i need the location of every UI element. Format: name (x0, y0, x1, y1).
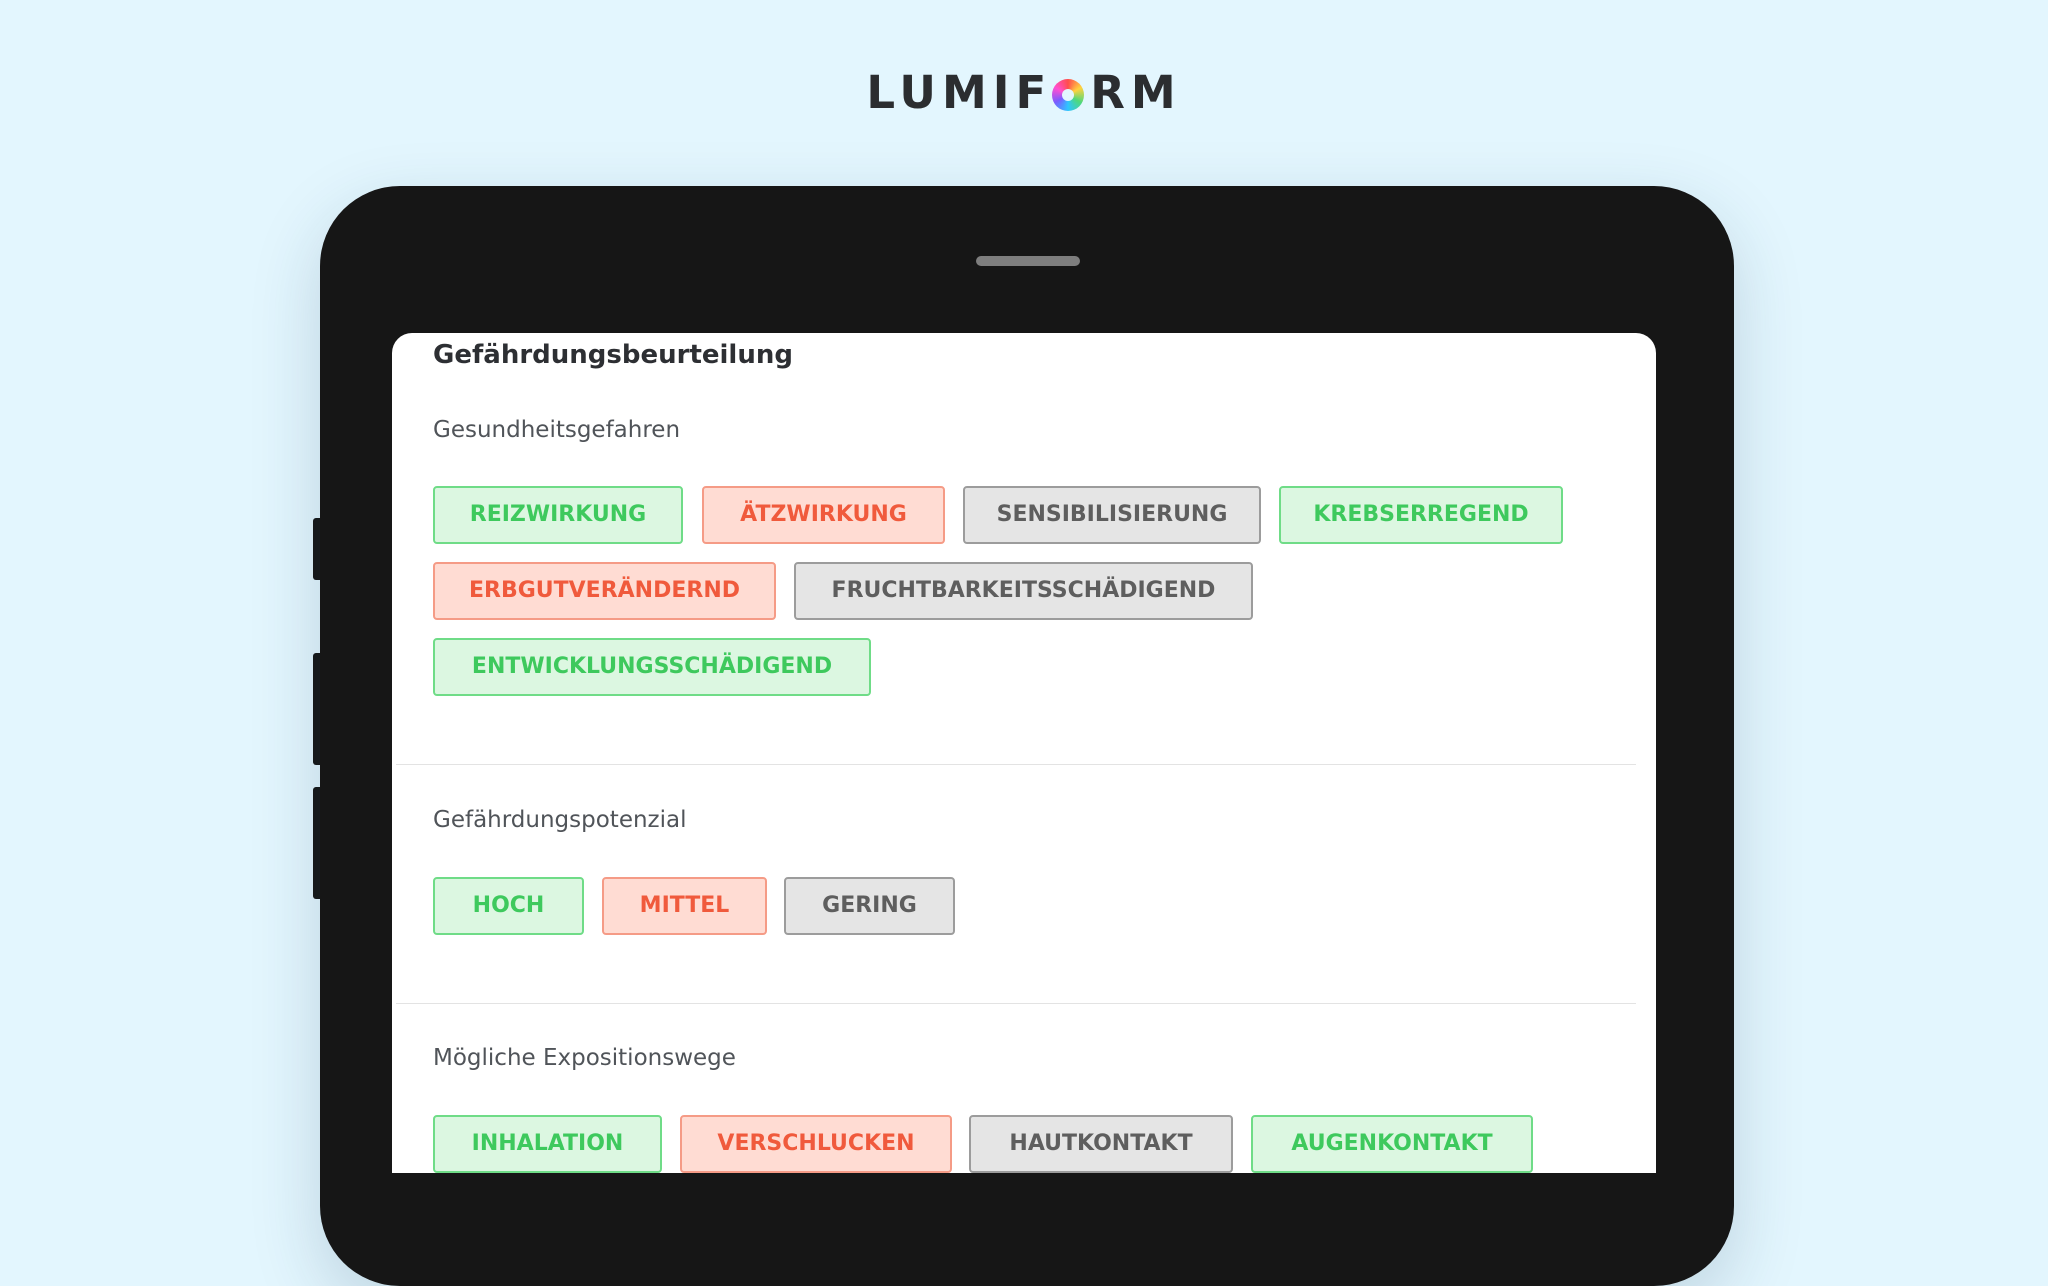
chip-augenkontakt[interactable]: AUGENKONTAKT (1251, 1115, 1533, 1173)
chip-fruchtbarkeitsschaedigend[interactable]: FRUCHTBARKEITSSCHÄDIGEND (794, 562, 1253, 620)
chip-aetzwirkung[interactable]: ÄTZWIRKUNG (702, 486, 945, 544)
page-title: Gefährdungsbeurteilung (433, 340, 793, 370)
section-divider (396, 1003, 1636, 1004)
section-label-gefaehrdungspotenzial: Gefährdungspotenzial (433, 807, 687, 833)
chip-krebserregend[interactable]: KREBSERREGEND (1279, 486, 1563, 544)
chip-sensibilisierung[interactable]: SENSIBILISIERUNG (963, 486, 1261, 544)
section-label-gesundheitsgefahren: Gesundheitsgefahren (433, 417, 681, 443)
chip-reizwirkung[interactable]: REIZWIRKUNG (433, 486, 683, 544)
chip-hoch[interactable]: HOCH (433, 877, 584, 935)
chip-verschlucken[interactable]: VERSCHLUCKEN (680, 1115, 952, 1173)
tablet-screen: Gefährdungsbeurteilung Gesundheitsgefahr… (392, 333, 1656, 1173)
section-divider (396, 764, 1636, 765)
section-label-expositionswege: Mögliche Expositionswege (433, 1045, 736, 1071)
tablet-speaker-slot (976, 256, 1080, 266)
rainbow-ring-icon (1052, 79, 1085, 111)
chip-erbgutveraendernd[interactable]: ERBGUTVERÄNDERND (433, 562, 776, 620)
chip-inhalation[interactable]: INHALATION (433, 1115, 662, 1173)
chip-hautkontakt[interactable]: HAUTKONTAKT (969, 1115, 1233, 1173)
chip-entwicklungsschaedigend[interactable]: ENTWICKLUNGSSCHÄDIGEND (433, 638, 871, 696)
chip-mittel[interactable]: MITTEL (602, 877, 767, 935)
chip-gering[interactable]: GERING (784, 877, 955, 935)
brand-logo-text-end: RM (1090, 66, 1182, 119)
brand-logo-text-start: LUMIF (866, 66, 1053, 119)
brand-logo: LUMIF RM (0, 68, 2048, 118)
